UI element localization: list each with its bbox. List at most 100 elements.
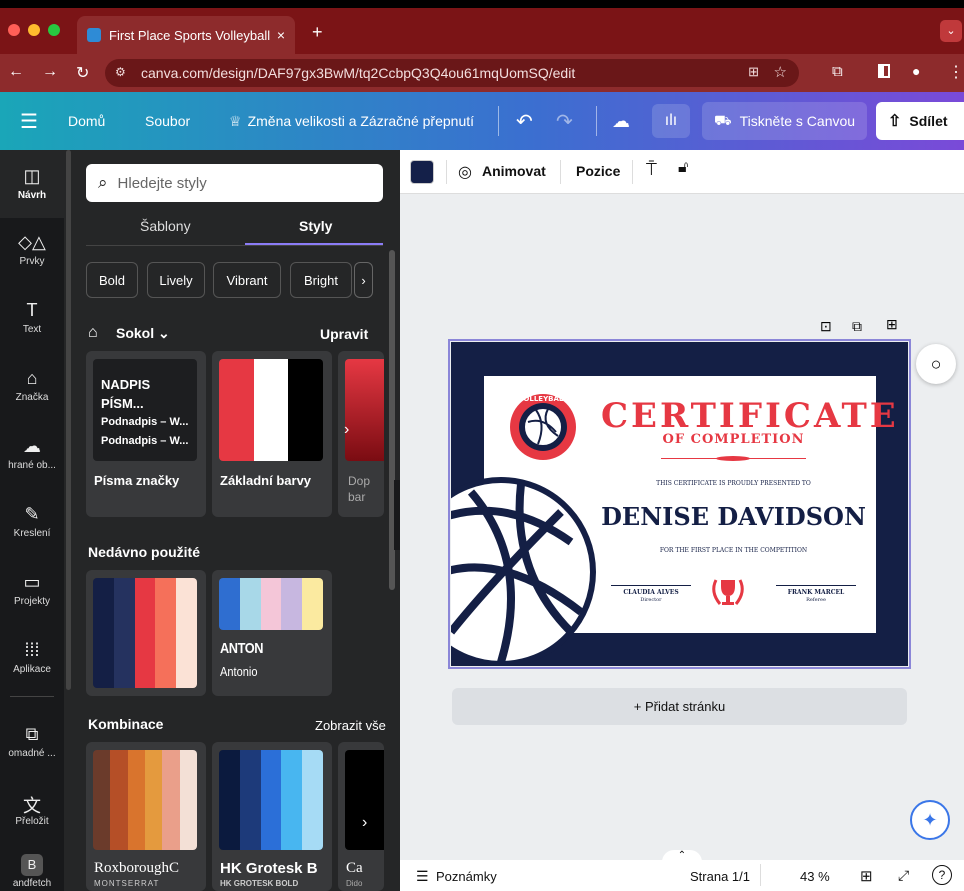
paint-roller-icon[interactable]: ⍑ xyxy=(646,159,657,180)
translate-page-icon[interactable]: ⊞ xyxy=(748,64,759,80)
rail-item-translate[interactable]: 文 Přeložit xyxy=(0,792,64,827)
presented-text: THIS CERTIFICATE IS PROUDLY PRESENTED TO xyxy=(656,480,811,487)
rail-item-brand[interactable]: ⌂ Značka xyxy=(0,368,64,403)
certificate-page[interactable]: CERTIFICATE OF COMPLETION THIS CERTIFICA… xyxy=(448,339,911,669)
lock-icon[interactable]: 🔓︎ xyxy=(678,159,688,177)
browser-menu-icon[interactable]: ⋮ xyxy=(948,62,964,82)
combination-swatches xyxy=(93,750,197,850)
cloud-saved-icon[interactable]: ☁ xyxy=(612,92,630,150)
color-swatch xyxy=(134,578,156,688)
animate-button[interactable]: Animovat xyxy=(482,163,546,179)
rail-item-text[interactable]: T Text xyxy=(0,300,64,335)
color-swatch xyxy=(93,750,111,850)
add-page-icon[interactable]: ⊞ xyxy=(886,316,898,333)
duplicate-page-icon[interactable]: ⧉ xyxy=(852,318,862,335)
combos-next-chevron-icon[interactable]: › xyxy=(362,814,367,832)
maximize-window-button[interactable] xyxy=(48,24,60,36)
edit-brand-kit-link[interactable]: Upravit xyxy=(320,326,368,342)
brand-extra-card[interactable]: › Dop bar xyxy=(338,351,384,517)
profile-avatar[interactable]: ● xyxy=(912,63,920,79)
add-page-button[interactable]: + Přidat stránku xyxy=(452,688,907,725)
rail-label: omadné ... xyxy=(8,748,56,759)
editor-header: ☰ Domů Soubor ♕ Změna velikosti a Zázrač… xyxy=(0,92,964,150)
rail-scrollbar[interactable] xyxy=(66,150,71,690)
expand-pages-chevron-icon[interactable]: ⌃ xyxy=(662,850,702,862)
style-chip-bright[interactable]: Bright xyxy=(290,262,352,298)
rail-label: andfetch xyxy=(12,878,52,889)
browser-tab-bar: First Place Sports Volleyball C × + ⌄ xyxy=(0,0,964,54)
close-window-button[interactable] xyxy=(8,24,20,36)
rail-label: Projekty xyxy=(13,596,51,607)
address-bar[interactable]: ⚙ canva.com/design/DAF97gx3BwM/tq2CcbpQ3… xyxy=(105,59,799,87)
cards-next-chevron-icon[interactable]: › xyxy=(344,421,349,439)
forward-arrow-icon[interactable]: → xyxy=(42,63,58,81)
share-upload-icon: ⇧ xyxy=(888,113,902,130)
combination-font-sub: HK GROTESK BOLD xyxy=(220,879,299,888)
bookmark-star-icon[interactable]: ☆ xyxy=(774,63,787,81)
color-swatch xyxy=(239,750,261,850)
combination-card[interactable]: RoxboroughC MONTSERRAT xyxy=(86,742,206,891)
rail-label: Aplikace xyxy=(13,664,51,675)
fullscreen-icon[interactable]: ⤢ xyxy=(898,867,909,884)
rail-item-draw[interactable]: ✎ Kreslení xyxy=(0,504,64,539)
brand-fonts-card[interactable]: NADPIS PÍSM... Podnadpis – W... Podnadpi… xyxy=(86,351,206,517)
lock-page-icon[interactable]: ⊡ xyxy=(820,318,832,335)
share-button[interactable]: ⇧ Sdílet xyxy=(876,102,964,140)
brand-kit-dropdown[interactable]: Sokol ⌄ xyxy=(116,325,170,342)
site-settings-icon[interactable]: ⚙ xyxy=(115,65,126,79)
analytics-icon[interactable]: ılı xyxy=(652,104,690,138)
position-button[interactable]: Pozice xyxy=(576,163,620,179)
color-swatch-button[interactable] xyxy=(410,160,434,184)
close-tab-icon[interactable]: × xyxy=(277,27,285,43)
grid-view-icon[interactable]: ⊞ xyxy=(860,867,873,885)
help-icon[interactable]: ? xyxy=(932,865,952,885)
rail-item-design[interactable]: ◫ Návrh xyxy=(0,166,64,201)
extensions-icon[interactable]: ⧉ xyxy=(832,63,843,80)
show-all-link[interactable]: Zobrazit vše xyxy=(315,718,386,733)
style-chip-vibrant[interactable]: Vibrant xyxy=(213,262,281,298)
tab-styles[interactable]: Styly xyxy=(299,218,332,234)
styles-search-input[interactable]: ⌕ Hledejte styly xyxy=(86,164,383,202)
tab-list-chevron-icon[interactable]: ⌄ xyxy=(940,20,962,42)
rail-item-brandfetch[interactable]: B andfetch xyxy=(0,854,64,889)
new-tab-button[interactable]: + xyxy=(312,22,323,43)
file-menu[interactable]: Soubor xyxy=(145,92,190,150)
combination-font-sub: MONTSERRAT xyxy=(94,879,160,888)
print-with-canva-button[interactable]: ⛟ Tiskněte s Canvou xyxy=(702,102,868,140)
page-indicator[interactable]: Strana 1/1 xyxy=(690,869,750,884)
style-chip-lively[interactable]: Lively xyxy=(147,262,205,298)
zoom-level[interactable]: 43 % xyxy=(800,869,830,884)
chips-next-chevron-icon[interactable]: › xyxy=(354,262,373,298)
rail-item-uploads[interactable]: ☁ hrané ob... xyxy=(0,436,64,471)
rail-item-projects[interactable]: ▭ Projekty xyxy=(0,572,64,607)
home-link[interactable]: Domů xyxy=(68,92,105,150)
recent-palette-card[interactable] xyxy=(86,570,206,696)
magic-assistant-icon[interactable]: ✦ xyxy=(910,800,950,840)
rail-label: hrané ob... xyxy=(8,460,56,471)
notes-button[interactable]: Poznámky xyxy=(436,869,497,884)
style-chip-bold[interactable]: Bold xyxy=(86,262,138,298)
back-arrow-icon[interactable]: ← xyxy=(8,63,24,81)
rail-item-elements[interactable]: ◇△ Prvky xyxy=(0,232,64,267)
sidebar-toggle-icon[interactable] xyxy=(878,64,890,78)
comment-add-icon[interactable]: ○ xyxy=(916,344,956,384)
menu-hamburger-icon[interactable]: ☰ xyxy=(20,92,38,150)
rail-item-bulk[interactable]: ⧉ omadné ... xyxy=(0,724,64,759)
combination-card[interactable]: HK Grotesk B HK GROTESK BOLD xyxy=(212,742,332,891)
resize-button[interactable]: ♕ Změna velikosti a Zázračné přepnutí xyxy=(229,92,474,150)
rail-item-apps[interactable]: ⁞⁞⁞ Aplikace xyxy=(0,640,64,675)
combination-card[interactable]: › Ca Dido xyxy=(338,742,384,891)
minimize-window-button[interactable] xyxy=(28,24,40,36)
browser-tab[interactable]: First Place Sports Volleyball C × xyxy=(77,16,295,54)
brand-colors-card[interactable]: Základní barvy xyxy=(212,351,332,517)
color-swatch xyxy=(110,750,128,850)
redo-icon[interactable]: ↷ xyxy=(556,92,573,150)
undo-icon[interactable]: ↶ xyxy=(516,92,533,150)
left-nav-rail: ◫ Návrh ◇△ Prvky T Text ⌂ Značka ☁ hrané… xyxy=(0,150,64,891)
tab-templates[interactable]: Šablony xyxy=(140,218,191,234)
reload-icon[interactable]: ↻ xyxy=(76,63,89,83)
search-placeholder: Hledejte styly xyxy=(117,174,207,192)
divider-ornament xyxy=(661,456,806,461)
folder-icon: ▭ xyxy=(23,572,41,592)
recent-font-card[interactable]: ANTON Antonio xyxy=(212,570,332,696)
